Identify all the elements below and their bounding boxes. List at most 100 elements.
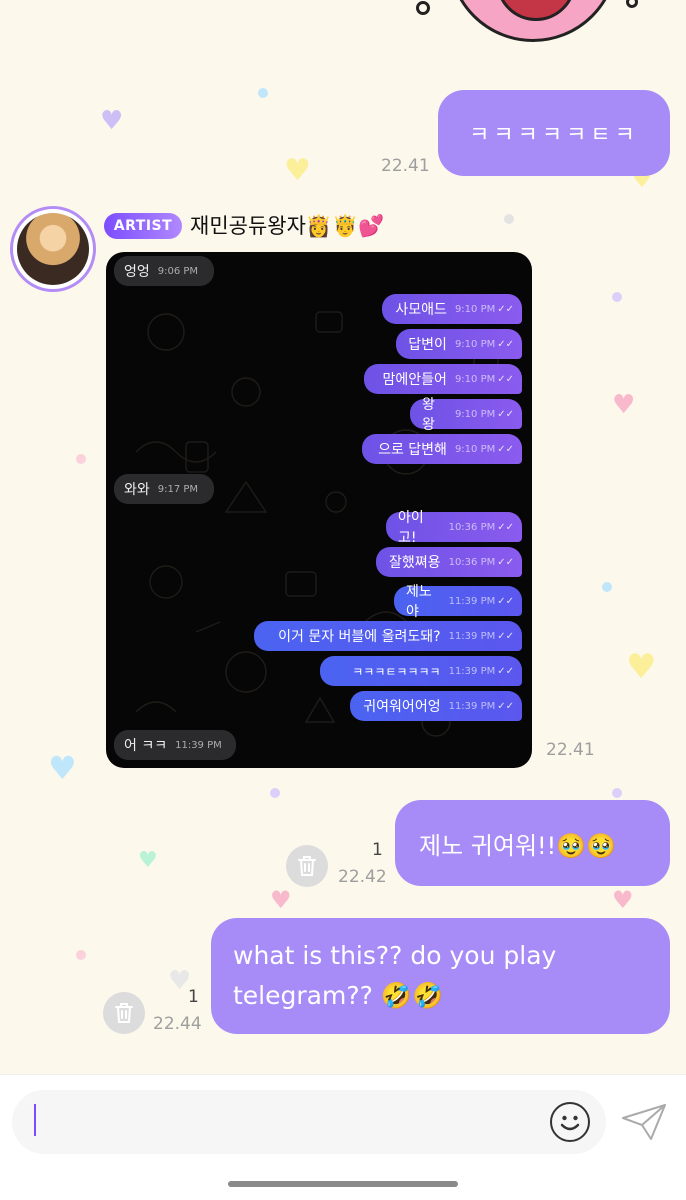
message-text: 왕왕 (422, 397, 435, 433)
delete-message-button[interactable] (103, 992, 145, 1034)
message-text: 답변이 (408, 337, 447, 353)
outgoing-message-bubble[interactable]: what is this?? do you play telegram?? 🤣🤣 (211, 918, 670, 1034)
telegram-outgoing-message: 왕왕 9:10 PM ✓✓ (410, 397, 522, 433)
message-text: 귀여워어어엉 (363, 699, 441, 715)
message-time: 10:36 PM (448, 556, 496, 568)
message-time: 9:17 PM (157, 483, 199, 495)
dot-decoration (504, 214, 514, 224)
double-check-icon: ✓✓ (497, 665, 514, 677)
trash-icon (298, 856, 316, 876)
telegram-outgoing-message: 맘에안들어 9:10 PM ✓✓ (364, 364, 522, 394)
dot-decoration (270, 788, 280, 798)
message-text: 제노 귀여워!!🥹🥹 (419, 831, 617, 860)
message-time: 9:06 PM (157, 265, 199, 277)
double-check-icon: ✓✓ (497, 556, 514, 568)
double-check-icon: ✓✓ (497, 443, 514, 455)
message-time: 22.41 (546, 740, 595, 760)
dot-decoration (258, 88, 268, 98)
message-time: 11:39 PM (448, 700, 496, 712)
outgoing-message-bubble[interactable]: ㅋㅋㅋㅋㅋㅌㅋ (438, 90, 670, 176)
message-time: 22.42 (338, 867, 387, 887)
home-indicator[interactable] (228, 1181, 458, 1187)
message-text: ㅋㅋㅋㅋㅋㅌㅋ (469, 123, 639, 148)
message-time: 10:36 PM (448, 521, 496, 533)
message-text: 아이고! (398, 510, 424, 546)
double-check-icon: ✓✓ (497, 630, 514, 642)
unread-count: 1 (188, 987, 199, 1007)
paper-plane-icon (622, 1104, 666, 1140)
telegram-outgoing-message: 으로 답변해 9:10 PM ✓✓ (362, 434, 522, 464)
message-time: 9:10 PM (454, 303, 496, 315)
double-check-icon: ✓✓ (497, 408, 514, 420)
text-cursor (34, 1104, 36, 1136)
message-time: 11:39 PM (448, 595, 496, 607)
telegram-incoming-message: 와와 9:17 PM (114, 474, 214, 504)
dot-decoration (76, 454, 86, 464)
message-text: what is this?? do you play telegram?? 🤣🤣 (233, 941, 557, 1010)
message-input[interactable] (12, 1090, 606, 1154)
double-check-icon: ✓✓ (497, 338, 514, 350)
dot-decoration (612, 292, 622, 302)
emoji-button[interactable] (550, 1102, 590, 1142)
heart-decoration-icon: ♥ (270, 886, 292, 914)
message-text: 어 ㅋㅋ (124, 738, 168, 754)
avatar-image (17, 213, 89, 285)
message-time: 9:10 PM (454, 338, 496, 350)
telegram-incoming-message: 엉엉 9:06 PM (114, 256, 214, 286)
delete-message-button[interactable] (286, 845, 328, 887)
message-time: 9:10 PM (454, 408, 496, 420)
dot-decoration (76, 950, 86, 960)
send-button[interactable] (620, 1102, 668, 1142)
double-check-icon: ✓✓ (497, 595, 514, 607)
dot-decoration (602, 582, 612, 592)
message-time: 11:39 PM (175, 739, 222, 751)
double-check-icon: ✓✓ (497, 373, 514, 385)
message-text: 이거 문자 버블에 올려도돼? (278, 629, 441, 645)
double-check-icon: ✓✓ (497, 303, 514, 315)
mascot-ring-decoration (416, 1, 430, 15)
heart-decoration-icon: ♥ (284, 153, 311, 188)
message-text: 사모애드 (395, 302, 447, 318)
telegram-outgoing-message: 사모애드 9:10 PM ✓✓ (382, 294, 522, 324)
telegram-outgoing-message: 귀여워어어엉 11:39 PM ✓✓ (350, 691, 522, 721)
shared-screenshot-image[interactable]: 엉엉 9:06 PM 사모애드 9:10 PM ✓✓ 답변이 9:10 PM ✓✓ 맘에안… (106, 252, 532, 768)
trash-icon (115, 1003, 133, 1023)
telegram-outgoing-message: ㅋㅋㅋㅌㅋㅋㅋㅋ 11:39 PM ✓✓ (320, 656, 522, 686)
message-time: 11:39 PM (448, 665, 496, 677)
heart-decoration-icon: ♥ (138, 848, 158, 873)
message-time: 22.44 (153, 1014, 202, 1034)
message-text: 와와 (124, 482, 150, 498)
double-check-icon: ✓✓ (497, 700, 514, 712)
double-check-icon: ✓✓ (497, 521, 514, 533)
message-text: 맘에안들어 (382, 372, 447, 388)
heart-decoration-icon: ♥ (612, 390, 636, 420)
mascot-sticker (448, 0, 618, 42)
artist-name: 재민공듀왕자👸🤴💕 (190, 214, 385, 238)
artist-avatar[interactable] (10, 206, 96, 292)
heart-decoration-icon: ♥ (612, 886, 634, 914)
outgoing-message-bubble[interactable]: 제노 귀여워!!🥹🥹 (395, 800, 670, 886)
telegram-outgoing-message: 이거 문자 버블에 올려도돼? 11:39 PM ✓✓ (254, 621, 522, 651)
message-time: 9:10 PM (454, 373, 496, 385)
heart-decoration-icon: ♥ (48, 749, 77, 787)
message-text: 제노야 (406, 584, 432, 620)
telegram-outgoing-message: 제노야 11:39 PM ✓✓ (394, 584, 522, 620)
message-time: 22.41 (381, 156, 430, 176)
mascot-mouth (496, 0, 576, 21)
smiley-icon (560, 1115, 580, 1131)
mascot-ring-decoration (626, 0, 638, 8)
message-time: 9:10 PM (454, 443, 496, 455)
message-text: 으로 답변해 (378, 442, 447, 458)
message-text: 잘했쪄용 (389, 555, 441, 571)
telegram-outgoing-message: 답변이 9:10 PM ✓✓ (396, 329, 522, 359)
dot-decoration (612, 788, 622, 798)
telegram-outgoing-message: 아이고! 10:36 PM ✓✓ (386, 510, 522, 546)
telegram-outgoing-message: 잘했쪄용 10:36 PM ✓✓ (376, 547, 522, 577)
heart-decoration-icon: ♥ (626, 647, 657, 687)
unread-count: 1 (372, 840, 383, 860)
message-time: 11:39 PM (448, 630, 496, 642)
artist-badge: ARTIST (104, 213, 182, 239)
message-text: 엉엉 (124, 264, 150, 280)
heart-decoration-icon: ♥ (100, 106, 124, 136)
telegram-incoming-message: 어 ㅋㅋ 11:39 PM (114, 730, 236, 760)
